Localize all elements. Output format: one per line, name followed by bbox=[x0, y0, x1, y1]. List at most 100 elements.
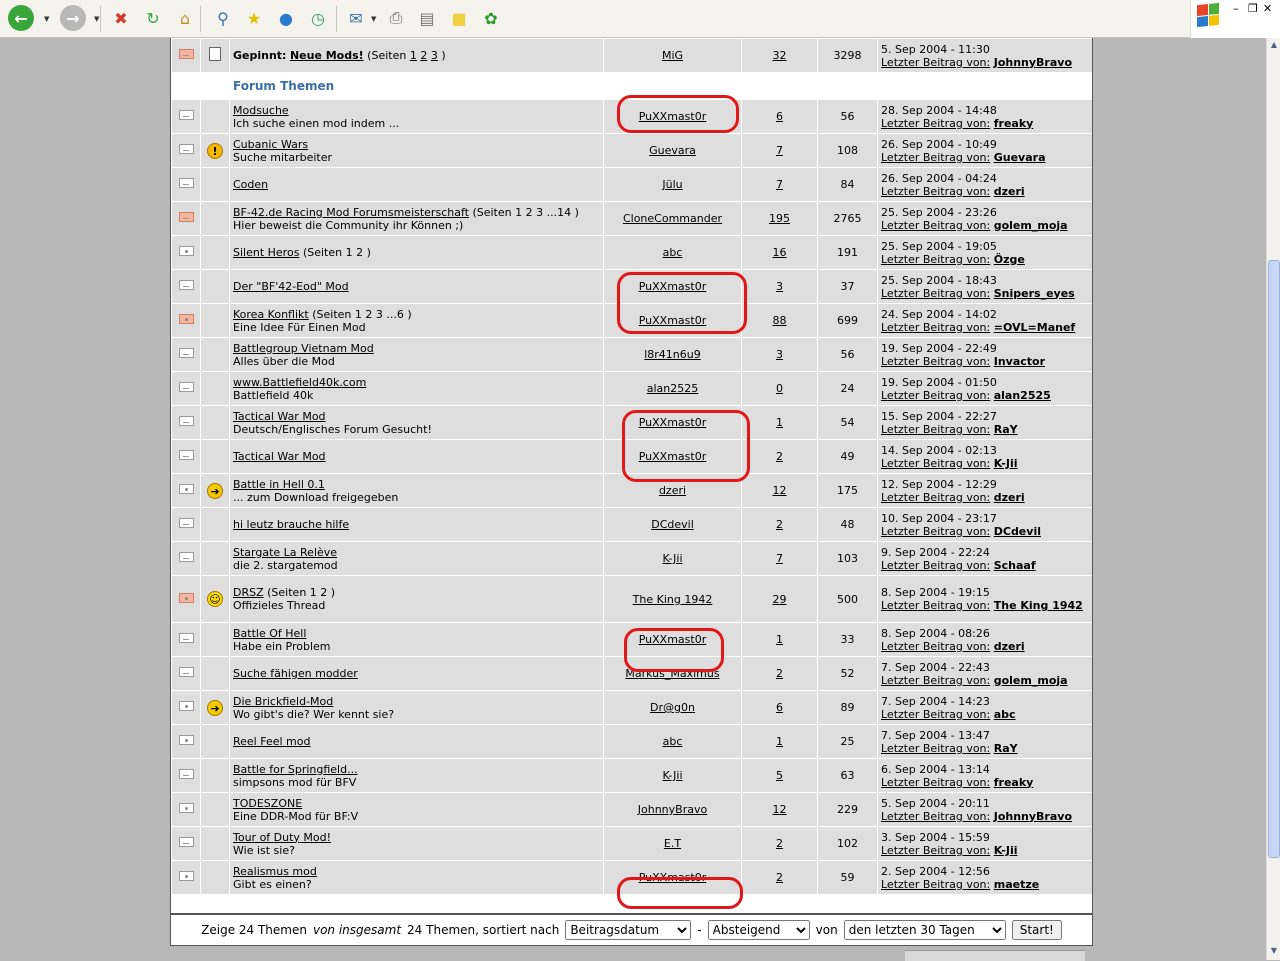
topic-title-link[interactable]: Suche fähigen modder bbox=[233, 667, 358, 680]
topic-title-link[interactable]: Der "BF'42-Eod" Mod bbox=[233, 280, 349, 293]
history-button[interactable]: ◷ bbox=[305, 5, 331, 31]
author-link[interactable]: alan2525 bbox=[647, 382, 699, 395]
favorites-button[interactable]: ★ bbox=[241, 5, 267, 31]
replies-link[interactable]: 1 bbox=[776, 735, 783, 748]
vertical-scrollbar[interactable]: ▲ ▼ bbox=[1266, 38, 1280, 960]
replies-link[interactable]: 1 bbox=[776, 416, 783, 429]
last-post-user-link[interactable]: RaY bbox=[994, 742, 1018, 755]
replies-link[interactable]: 7 bbox=[776, 552, 783, 565]
replies-link[interactable]: 7 bbox=[776, 144, 783, 157]
author-link[interactable]: MiG bbox=[662, 49, 683, 62]
topic-title-link[interactable]: Reel Feel mod bbox=[233, 735, 310, 748]
forward-dropdown-icon[interactable]: ▼ bbox=[94, 15, 99, 23]
replies-link[interactable]: 2 bbox=[776, 837, 783, 850]
back-dropdown-icon[interactable]: ▼ bbox=[44, 15, 49, 23]
replies-link[interactable]: 1 bbox=[776, 633, 783, 646]
date-range-select[interactable]: den letzten 30 Tagen bbox=[843, 920, 1006, 940]
topic-title-link[interactable]: www.Battlefield40k.com bbox=[233, 376, 366, 389]
home-button[interactable]: ⌂ bbox=[172, 5, 198, 31]
topic-title-link[interactable]: Battlegroup Vietnam Mod bbox=[233, 342, 374, 355]
author-link[interactable]: l8r41n6u9 bbox=[644, 348, 701, 361]
topic-title-link[interactable]: Tactical War Mod bbox=[233, 410, 326, 423]
replies-link[interactable]: 88 bbox=[773, 314, 787, 327]
last-post-user-link[interactable]: Invactor bbox=[994, 355, 1045, 368]
author-link[interactable]: Markus_Maximus bbox=[625, 667, 719, 680]
last-post-label-link[interactable]: Letzter Beitrag von: bbox=[881, 185, 990, 198]
mail-dropdown-icon[interactable]: ▼ bbox=[371, 15, 376, 23]
last-post-user-link[interactable]: K-Jii bbox=[994, 844, 1018, 857]
author-link[interactable]: K-Jii bbox=[663, 552, 683, 565]
replies-link[interactable]: 5 bbox=[776, 769, 783, 782]
last-post-label-link[interactable]: Letzter Beitrag von: bbox=[881, 423, 990, 436]
page-link[interactable]: 1 bbox=[410, 49, 417, 62]
last-post-label-link[interactable]: Letzter Beitrag von: bbox=[881, 674, 990, 687]
replies-link[interactable]: 0 bbox=[776, 382, 783, 395]
last-post-label-link[interactable]: Letzter Beitrag von: bbox=[881, 599, 990, 612]
topic-title-link[interactable]: Die Brickfield-Mod bbox=[233, 695, 333, 708]
topic-title-link[interactable]: Battle in Hell 0.1 bbox=[233, 478, 325, 491]
last-post-label-link[interactable]: Letzter Beitrag von: bbox=[881, 457, 990, 470]
last-post-user-link[interactable]: maetze bbox=[994, 878, 1039, 891]
print-button[interactable]: ⎙ bbox=[383, 5, 409, 31]
topic-title-link[interactable]: BF-42.de Racing Mod Forumsmeisterschaft bbox=[233, 206, 469, 219]
topic-title-link[interactable]: TODESZONE bbox=[233, 797, 302, 810]
last-post-label-link[interactable]: Letzter Beitrag von: bbox=[881, 219, 990, 232]
media-button[interactable]: ● bbox=[273, 5, 299, 31]
topic-title-link[interactable]: Battle Of Hell bbox=[233, 627, 306, 640]
search-button[interactable]: ⚲ bbox=[210, 5, 236, 31]
topic-title-link[interactable]: DRSZ bbox=[233, 586, 264, 599]
last-post-label-link[interactable]: Letzter Beitrag von: bbox=[881, 253, 990, 266]
author-link[interactable]: PuXXmast0r bbox=[639, 633, 707, 646]
last-post-label-link[interactable]: Letzter Beitrag von: bbox=[881, 355, 990, 368]
last-post-label-link[interactable]: Letzter Beitrag von: bbox=[881, 559, 990, 572]
topic-title-link[interactable]: Korea Konflikt bbox=[233, 308, 309, 321]
topic-title-link[interactable]: Tour of Duty Mod! bbox=[233, 831, 331, 844]
last-post-user-link[interactable]: alan2525 bbox=[994, 389, 1051, 402]
replies-link[interactable]: 2 bbox=[776, 871, 783, 884]
author-link[interactable]: DCdevil bbox=[651, 518, 694, 531]
author-link[interactable]: Dr@g0n bbox=[650, 701, 695, 714]
last-post-user-link[interactable]: Schaaf bbox=[994, 559, 1036, 572]
replies-link[interactable]: 6 bbox=[776, 110, 783, 123]
last-post-label-link[interactable]: Letzter Beitrag von: bbox=[881, 117, 990, 130]
author-link[interactable]: PuXXmast0r bbox=[639, 416, 707, 429]
last-post-user-link[interactable]: =OVL=Manef bbox=[994, 321, 1075, 334]
author-link[interactable]: abc bbox=[663, 246, 683, 259]
restore-button[interactable]: ❐ bbox=[1248, 2, 1258, 15]
scroll-down-icon[interactable]: ▼ bbox=[1268, 944, 1280, 958]
author-link[interactable]: PuXXmast0r bbox=[639, 450, 707, 463]
replies-link[interactable]: 7 bbox=[776, 178, 783, 191]
replies-link[interactable]: 3 bbox=[776, 348, 783, 361]
last-post-user-link[interactable]: dzeri bbox=[994, 640, 1025, 653]
messenger-button[interactable]: ✿ bbox=[478, 5, 504, 31]
last-post-user-link[interactable]: dzeri bbox=[994, 491, 1025, 504]
last-post-user-link[interactable]: abc bbox=[994, 708, 1016, 721]
page-links[interactable]: (Seiten 1 2 ) bbox=[267, 586, 335, 599]
discuss-button[interactable]: ■ bbox=[446, 5, 472, 31]
last-post-label-link[interactable]: Letzter Beitrag von: bbox=[881, 525, 990, 538]
last-post-user-link[interactable]: golem_moja bbox=[994, 674, 1068, 687]
topic-title-link[interactable]: Realismus mod bbox=[233, 865, 317, 878]
page-links[interactable]: (Seiten 1 2 3 ...6 ) bbox=[312, 308, 411, 321]
last-post-user-link[interactable]: dzeri bbox=[994, 185, 1025, 198]
author-link[interactable]: PuXXmast0r bbox=[639, 871, 707, 884]
sort-order-select[interactable]: Absteigend bbox=[707, 920, 810, 940]
last-post-label-link[interactable]: Letzter Beitrag von: bbox=[881, 321, 990, 334]
topic-title-link[interactable]: Stargate La Relève bbox=[233, 546, 337, 559]
replies-link[interactable]: 3 bbox=[776, 280, 783, 293]
author-link[interactable]: abc bbox=[663, 735, 683, 748]
last-post-label-link[interactable]: Letzter Beitrag von: bbox=[881, 776, 990, 789]
last-post-label-link[interactable]: Letzter Beitrag von: bbox=[881, 640, 990, 653]
author-link[interactable]: E.T bbox=[664, 837, 681, 850]
author-link[interactable]: PuXXmast0r bbox=[639, 280, 707, 293]
forward-button[interactable]: → bbox=[60, 5, 86, 31]
last-post-label-link[interactable]: Letzter Beitrag von: bbox=[881, 287, 990, 300]
last-post-label-link[interactable]: Letzter Beitrag von: bbox=[881, 491, 990, 504]
replies-link[interactable]: 32 bbox=[773, 49, 787, 62]
refresh-button[interactable]: ↻ bbox=[140, 5, 166, 31]
last-post-label-link[interactable]: Letzter Beitrag von: bbox=[881, 878, 990, 891]
author-link[interactable]: K-Jii bbox=[663, 769, 683, 782]
topic-title-link[interactable]: Coden bbox=[233, 178, 268, 191]
last-post-label-link[interactable]: Letzter Beitrag von: bbox=[881, 389, 990, 402]
last-post-user-link[interactable]: The King 1942 bbox=[994, 599, 1083, 612]
